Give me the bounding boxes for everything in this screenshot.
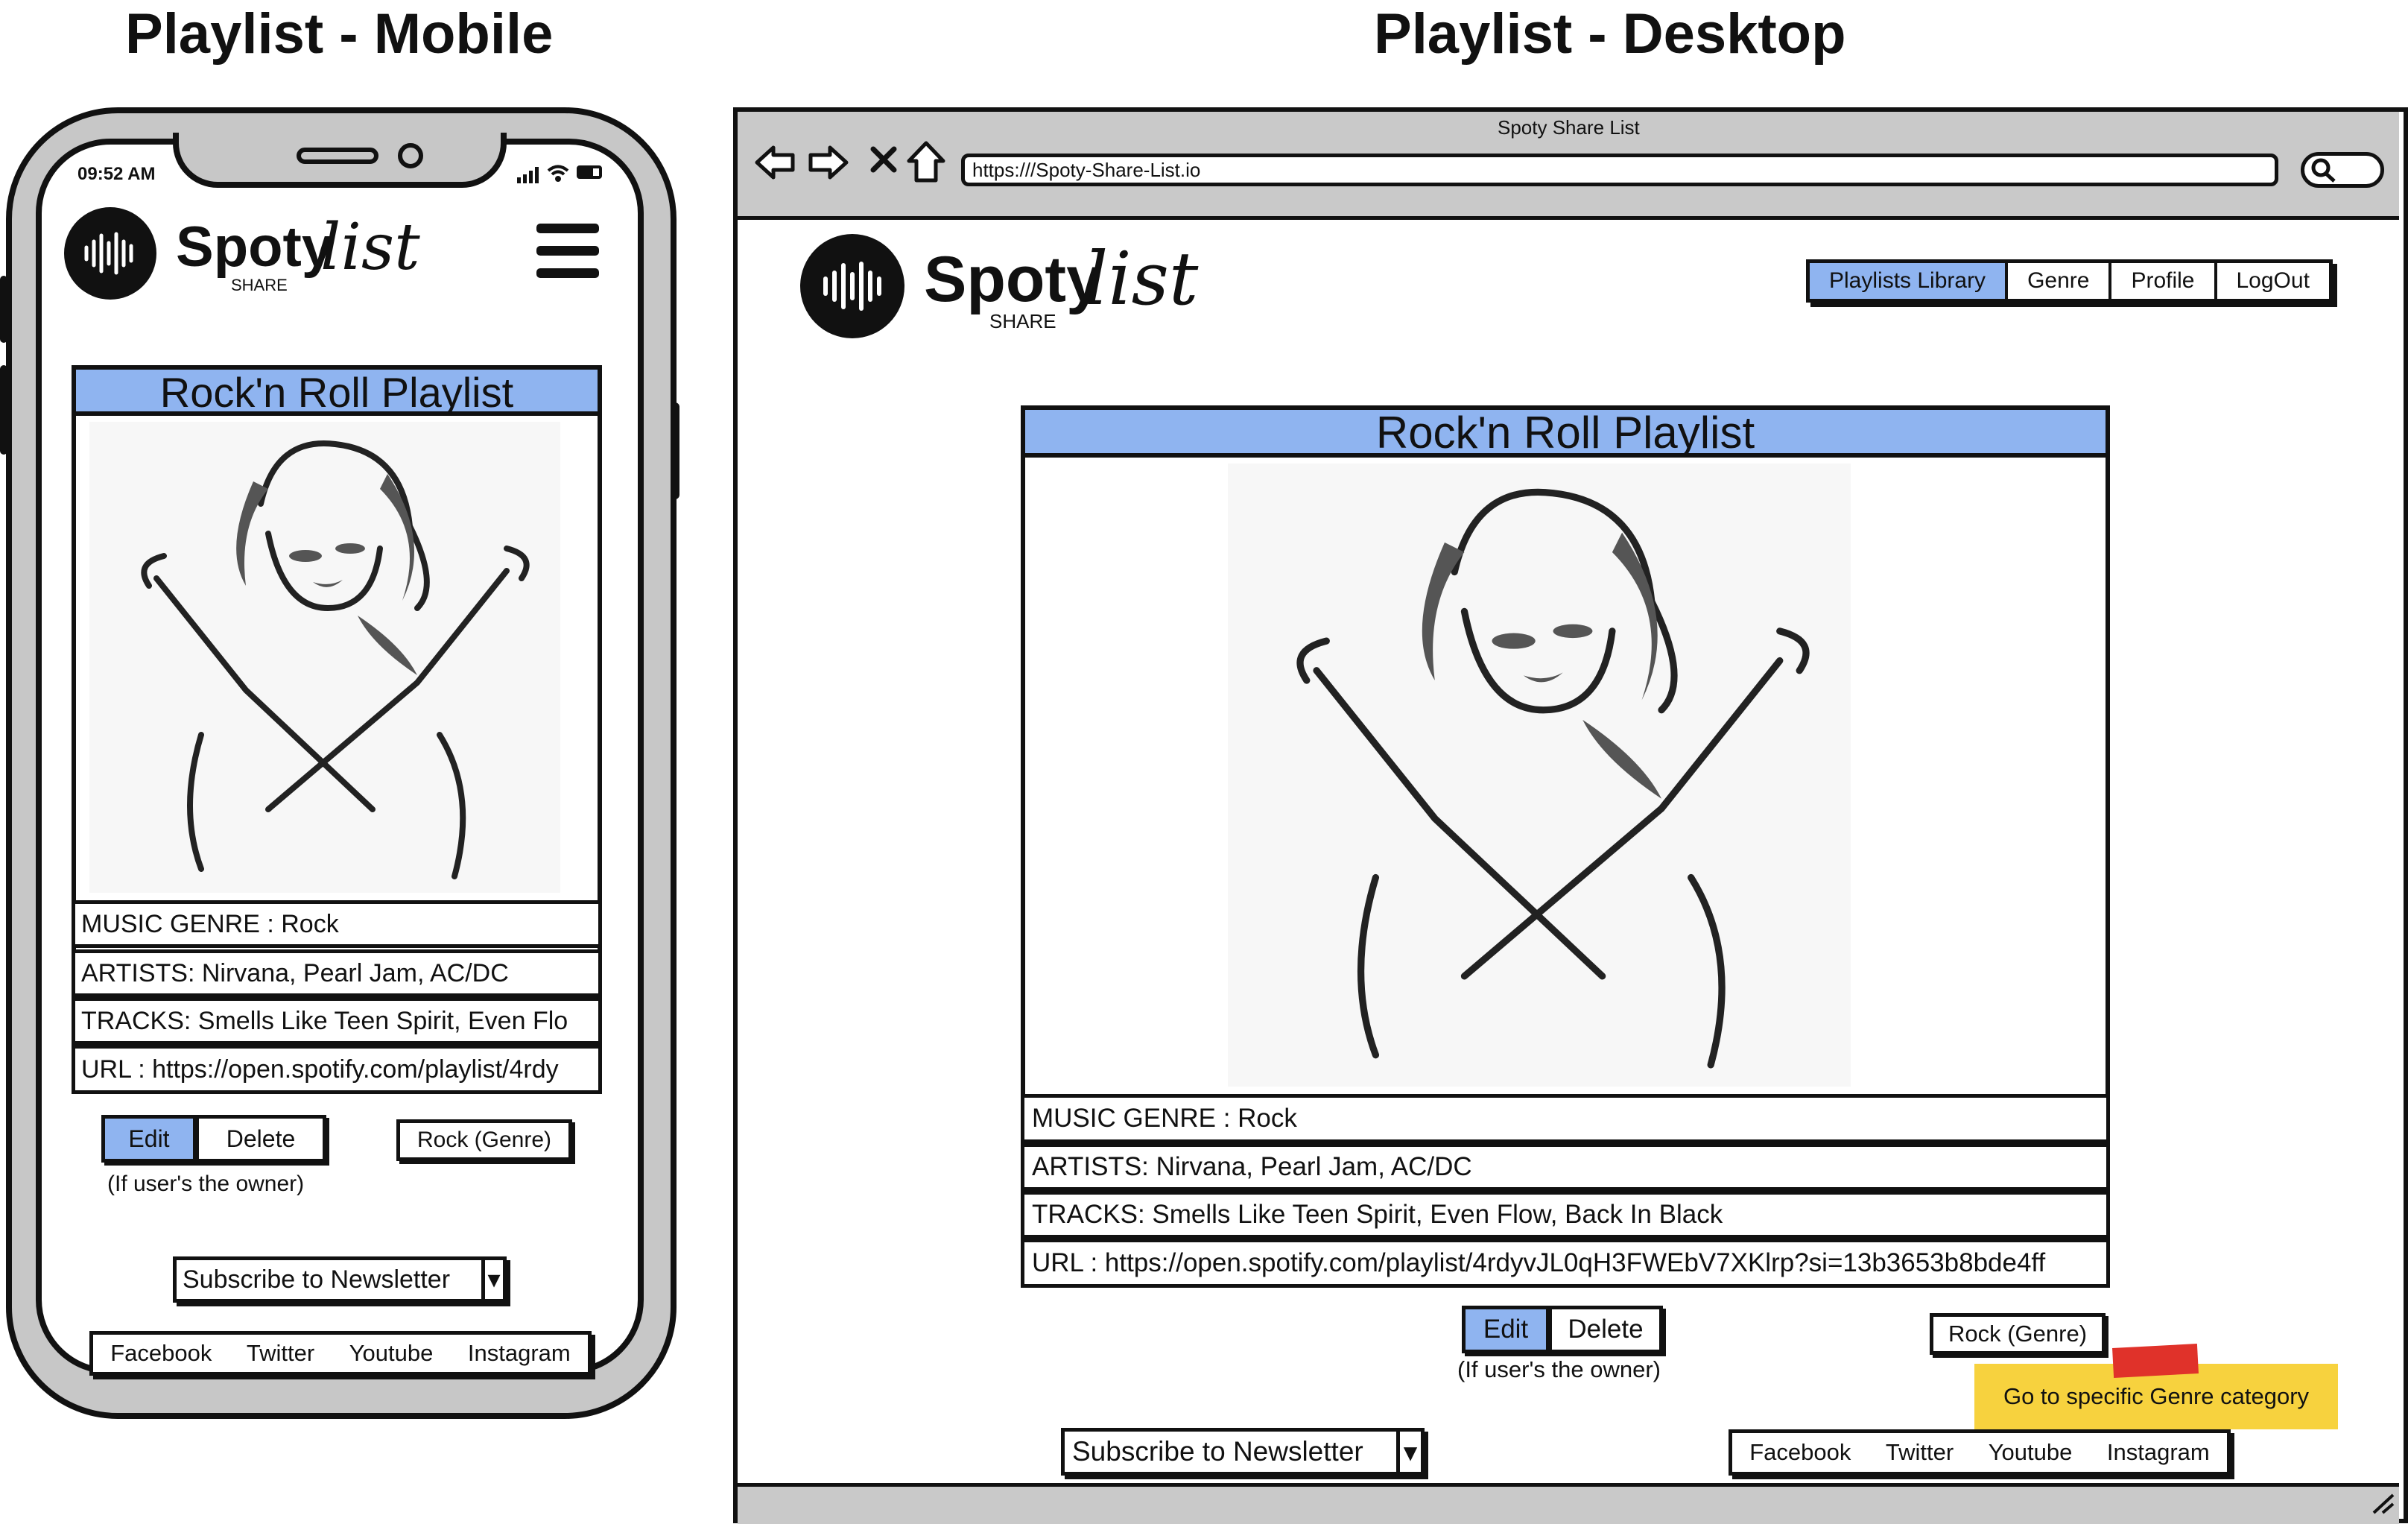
signal-icon	[517, 165, 544, 187]
status-time: 09:52 AM	[77, 164, 156, 184]
wifi-icon	[547, 164, 569, 187]
browser-statusbar	[738, 1483, 2399, 1524]
tracks-row: TRACKS: Smells Like Teen Spirit, Even Fl…	[1021, 1191, 2110, 1239]
nav-playlists-library[interactable]: Playlists Library	[1810, 263, 2009, 299]
main-nav: Playlists Library Genre Profile LogOut	[1806, 259, 2333, 303]
artists-row: ARTISTS: Nirvana, Pearl Jam, AC/DC	[1021, 1143, 2110, 1191]
delete-button[interactable]: Delete	[1548, 1306, 1663, 1353]
playlist-cover-image	[1228, 464, 1851, 1087]
desktop-heading: Playlist - Desktop	[1374, 2, 1846, 66]
nav-logout[interactable]: LogOut	[2217, 263, 2329, 299]
playlist-title: Rock'n Roll Playlist	[72, 365, 602, 416]
genre-row: MUSIC GENRE : Rock	[1021, 1094, 2110, 1143]
logo-wordmark: Spoty	[176, 215, 334, 279]
twitter-link[interactable]: Twitter	[1886, 1439, 1954, 1466]
home-icon[interactable]	[906, 140, 946, 187]
genre-row: MUSIC GENRE : Rock	[72, 900, 602, 948]
owner-note: (If user's the owner)	[107, 1172, 305, 1196]
phone-side-button	[0, 365, 7, 455]
social-links: Facebook Twitter Youtube Instagram	[1729, 1429, 2231, 1476]
logo-icon	[800, 234, 904, 338]
hamburger-menu-icon[interactable]	[536, 224, 599, 279]
tracks-row: TRACKS: Smells Like Teen Spirit, Even Fl…	[72, 997, 602, 1045]
nav-genre[interactable]: Genre	[2008, 263, 2112, 299]
artists-row: ARTISTS: Nirvana, Pearl Jam, AC/DC	[72, 949, 602, 997]
newsletter-select[interactable]: Subscribe to Newsletter ▾	[173, 1256, 507, 1303]
close-icon[interactable]	[869, 145, 899, 178]
resize-handle-icon[interactable]	[2369, 1490, 2395, 1518]
url-text: https:///Spoty-Share-List.io	[972, 159, 1201, 181]
url-row[interactable]: URL : https://open.spotify.com/playlist/…	[72, 1045, 602, 1094]
tape-icon	[2112, 1344, 2199, 1378]
camera-icon	[398, 143, 423, 168]
newsletter-label: Subscribe to Newsletter	[183, 1265, 451, 1294]
edit-button[interactable]: Edit	[101, 1115, 197, 1163]
owner-note: (If user's the owner)	[1457, 1356, 1661, 1382]
youtube-link[interactable]: Youtube	[349, 1340, 434, 1367]
url-bar[interactable]: https:///Spoty-Share-List.io	[961, 154, 2278, 186]
phone-side-button	[0, 276, 7, 343]
window-title: Spoty Share List	[1498, 116, 1640, 139]
newsletter-label: Subscribe to Newsletter	[1072, 1436, 1363, 1467]
logo-wordmark: Spoty	[924, 244, 1102, 315]
twitter-link[interactable]: Twitter	[247, 1340, 314, 1367]
instagram-link[interactable]: Instagram	[2107, 1439, 2210, 1466]
delete-button[interactable]: Delete	[195, 1115, 326, 1163]
logo-script: list	[320, 210, 420, 285]
social-links: Facebook Twitter Youtube Instagram	[89, 1331, 592, 1376]
chevron-down-icon: ▾	[1396, 1432, 1421, 1472]
facebook-link[interactable]: Facebook	[1749, 1439, 1851, 1466]
edit-button[interactable]: Edit	[1462, 1306, 1550, 1353]
playlist-cover-image	[89, 422, 560, 893]
logo-share: SHARE	[231, 276, 288, 294]
genre-button[interactable]: Rock (Genre)	[396, 1119, 572, 1161]
mobile-heading: Playlist - Mobile	[125, 2, 554, 66]
playlist-title: Rock'n Roll Playlist	[1021, 405, 2110, 458]
speaker-icon	[297, 148, 378, 164]
logo-icon	[64, 207, 156, 300]
nav-profile[interactable]: Profile	[2111, 263, 2217, 299]
facebook-link[interactable]: Facebook	[110, 1340, 212, 1367]
logo-script: list	[1085, 237, 1199, 322]
logo-share: SHARE	[989, 310, 1056, 332]
search-icon	[2311, 158, 2336, 183]
back-icon[interactable]	[754, 142, 796, 187]
newsletter-select[interactable]: Subscribe to Newsletter ▾	[1061, 1428, 1425, 1476]
battery-icon	[577, 165, 602, 179]
phone-power-button	[671, 402, 679, 499]
instagram-link[interactable]: Instagram	[468, 1340, 571, 1367]
url-row[interactable]: URL : https://open.spotify.com/playlist/…	[1021, 1239, 2110, 1288]
youtube-link[interactable]: Youtube	[1989, 1439, 2073, 1466]
search-field[interactable]	[2301, 152, 2384, 188]
forward-icon[interactable]	[808, 142, 849, 187]
chevron-down-icon: ▾	[481, 1260, 503, 1299]
genre-button[interactable]: Rock (Genre)	[1930, 1313, 2106, 1355]
